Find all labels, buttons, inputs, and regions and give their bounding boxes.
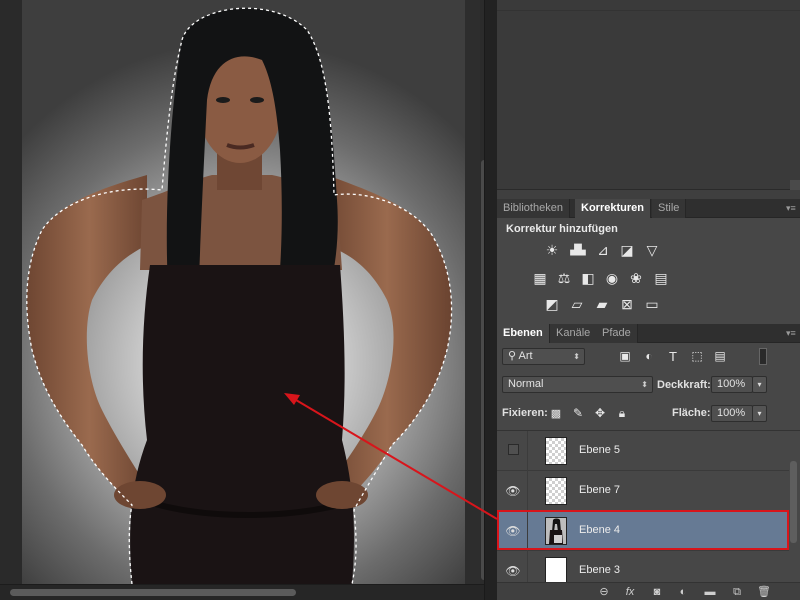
- filter-toggle[interactable]: [759, 348, 767, 365]
- color-balance-icon[interactable]: ⚖: [555, 270, 573, 286]
- panel-corner: [790, 180, 800, 190]
- eye-icon[interactable]: 👁︎: [505, 563, 521, 579]
- filter-shape-icon[interactable]: ⬚: [688, 348, 706, 364]
- adjustment-icon[interactable]: ◐: [675, 584, 691, 600]
- filter-adjustment-icon[interactable]: ◐: [640, 348, 658, 364]
- channel-mixer-icon[interactable]: ❀: [627, 270, 645, 286]
- exposure-icon[interactable]: ◪: [618, 242, 636, 258]
- panel-divider[interactable]: [484, 0, 497, 600]
- eye-icon[interactable]: 👁︎: [505, 483, 521, 499]
- layers-menu-icon[interactable]: ▾≡: [786, 329, 796, 338]
- search-icon: ⚲: [508, 350, 517, 362]
- layers-footer: ⊖ fx ◙ ◐ ▬ ⧉ 🗑︎: [497, 582, 800, 600]
- adjustments-title: Korrektur hinzufügen: [506, 223, 618, 235]
- hue-saturation-icon[interactable]: ▦: [531, 270, 549, 286]
- black-white-icon[interactable]: ◧: [579, 270, 597, 286]
- selected-layer-highlight: [497, 510, 789, 550]
- portrait-illustration: [26, 7, 453, 584]
- layers-tabbar: Ebenen Kanäle Pfade ▾≡: [497, 324, 800, 343]
- tab-korrekturen[interactable]: Korrekturen: [575, 199, 651, 218]
- threshold-icon[interactable]: ▰: [593, 296, 611, 312]
- fill-dropdown-button[interactable]: ▾: [752, 405, 767, 422]
- visibility-toggle-off[interactable]: [508, 444, 519, 455]
- fx-icon[interactable]: fx: [622, 584, 638, 600]
- layer-thumbnail: [545, 557, 567, 585]
- blend-mode-value: Normal: [508, 378, 544, 390]
- lock-transparent-icon[interactable]: ▩: [547, 405, 565, 421]
- lock-label: Fixieren:: [502, 407, 548, 419]
- layer-name[interactable]: Ebene 3: [579, 564, 620, 576]
- filter-type-icon[interactable]: T: [664, 348, 682, 364]
- posterize-icon[interactable]: ▱: [568, 296, 586, 312]
- canvas-area[interactable]: [0, 0, 484, 600]
- layer-filter-value: Art: [518, 350, 533, 362]
- adjustments-tabbar: Bibliotheken Korrekturen Stile ▾≡: [497, 199, 800, 218]
- fill-input[interactable]: 100%: [711, 405, 753, 422]
- brightness-contrast-icon[interactable]: ☀: [543, 242, 561, 258]
- panel-separator: [497, 10, 800, 11]
- layer-thumbnail: [545, 477, 567, 505]
- canvas-gutter: [0, 0, 22, 584]
- blend-mode-select[interactable]: Normal ⬍: [502, 376, 653, 393]
- layers-scrollbar[interactable]: [790, 461, 797, 543]
- layer-row[interactable]: 👁︎ Ebene 7: [497, 471, 789, 511]
- opacity-dropdown-button[interactable]: ▾: [752, 376, 767, 393]
- curves-icon[interactable]: ⊿: [594, 242, 612, 258]
- horizontal-scrollbar-thumb[interactable]: [10, 589, 296, 596]
- new-layer-icon[interactable]: ⧉: [729, 584, 745, 600]
- layer-row[interactable]: Ebene 5: [497, 431, 789, 471]
- opacity-label: Deckkraft:: [657, 379, 711, 391]
- vibrance-icon[interactable]: ▽: [643, 242, 661, 258]
- layers-panel: ⚲ Art ⬍ ▣ ◐ T ⬚ ▤ Normal ⬍ Deckkraft: 10…: [497, 343, 800, 600]
- invert-icon[interactable]: ◩: [543, 296, 561, 312]
- adjustments-panel: Korrektur hinzufügen ☀ ▟▙ ⊿ ◪ ▽ ▦ ⚖ ◧ ◉ …: [497, 218, 800, 324]
- tab-ebenen[interactable]: Ebenen: [497, 324, 550, 343]
- document-image[interactable]: [22, 0, 465, 584]
- selective-color-icon[interactable]: ⊠: [618, 296, 636, 312]
- fill-label: Fläche:: [672, 407, 711, 419]
- link-icon[interactable]: ⊖: [596, 584, 612, 600]
- chevron-updown-icon: ⬍: [641, 380, 648, 389]
- tab-kanaele[interactable]: Kanäle: [550, 324, 598, 343]
- mask-icon[interactable]: ◙: [649, 584, 665, 600]
- color-lookup-icon[interactable]: ▤: [652, 270, 670, 286]
- panel-menu-icon[interactable]: ▾≡: [786, 204, 796, 213]
- empty-panel: [497, 0, 800, 190]
- layer-name[interactable]: Ebene 7: [579, 484, 620, 496]
- tab-bibliotheken[interactable]: Bibliotheken: [497, 199, 570, 218]
- tab-pfade[interactable]: Pfade: [596, 324, 638, 343]
- layer-filter-select[interactable]: ⚲ Art ⬍: [502, 348, 585, 365]
- opacity-input[interactable]: 100%: [711, 376, 753, 393]
- lock-image-icon[interactable]: ✎: [569, 405, 587, 421]
- folder-icon[interactable]: ▬: [702, 584, 718, 600]
- layer-thumbnail: [545, 437, 567, 465]
- levels-icon[interactable]: ▟▙: [569, 242, 587, 258]
- lock-all-icon[interactable]: 🔒︎: [613, 405, 631, 421]
- photo-filter-icon[interactable]: ◉: [603, 270, 621, 286]
- filter-pixel-icon[interactable]: ▣: [616, 348, 634, 364]
- lock-position-icon[interactable]: ✥: [591, 405, 609, 421]
- filter-smart-object-icon[interactable]: ▤: [711, 348, 729, 364]
- layer-separator: [527, 471, 528, 511]
- gradient-map-icon[interactable]: ▭: [643, 296, 661, 312]
- tab-stile[interactable]: Stile: [652, 199, 687, 218]
- trash-icon[interactable]: 🗑︎: [756, 584, 772, 600]
- chevron-updown-icon: ⬍: [573, 352, 580, 361]
- layer-separator: [527, 431, 528, 471]
- layer-name[interactable]: Ebene 5: [579, 444, 620, 456]
